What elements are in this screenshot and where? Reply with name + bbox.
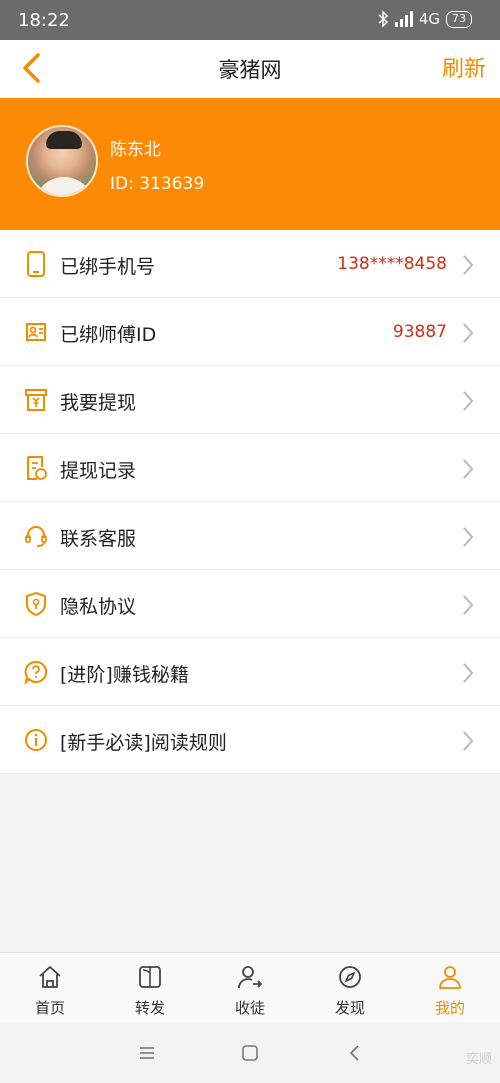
phone-icon xyxy=(27,251,45,277)
withdraw-icon xyxy=(25,389,47,411)
home-icon xyxy=(39,966,61,988)
status-bar: 18:22 4G 73 xyxy=(0,0,500,40)
back-button[interactable] xyxy=(14,49,54,89)
info-icon xyxy=(25,729,47,751)
tab-label: 转发 xyxy=(134,999,165,1017)
compass-icon xyxy=(339,966,361,988)
tab-discover[interactable]: 发现 xyxy=(300,953,400,1022)
menu-item-label: 隐私协议 xyxy=(60,596,137,618)
menu-item-label: 提现记录 xyxy=(60,460,137,482)
system-nav-bar: 奕顺 xyxy=(0,1022,500,1083)
status-indicators: 4G 73 xyxy=(377,10,472,28)
id-card-icon xyxy=(26,323,46,341)
profile-header: 陈东北 ID: 313639 xyxy=(0,98,500,230)
menu-item-advanced-guide[interactable]: [进阶]赚钱秘籍 xyxy=(0,638,500,706)
chevron-right-icon xyxy=(463,527,474,547)
chevron-right-icon xyxy=(463,459,474,479)
menu-item-withdraw[interactable]: 我要提现 xyxy=(0,366,500,434)
tab-label: 收徒 xyxy=(234,999,265,1017)
menu-item-label: [进阶]赚钱秘籍 xyxy=(60,664,189,686)
network-type: 4G xyxy=(418,10,440,28)
battery-icon: 73 xyxy=(446,10,472,28)
chevron-right-icon xyxy=(463,663,474,683)
user-id: ID: 313639 xyxy=(110,174,205,194)
chevron-right-icon xyxy=(463,323,474,343)
question-icon xyxy=(24,660,48,685)
tab-mine[interactable]: 我的 xyxy=(400,953,500,1022)
tab-home[interactable]: 首页 xyxy=(0,953,100,1022)
signal-icon xyxy=(394,11,413,27)
avatar[interactable] xyxy=(26,125,98,197)
chevron-left-icon xyxy=(23,53,40,83)
menu-item-label: 已绑手机号 xyxy=(60,256,156,278)
tab-label: 发现 xyxy=(334,999,365,1017)
shield-icon xyxy=(26,591,46,617)
master-id-value: 93887 xyxy=(392,322,447,342)
menu-item-label: 已绑师傅ID xyxy=(60,324,157,346)
menu-item-privacy-policy[interactable]: 隐私协议 xyxy=(0,570,500,638)
chevron-right-icon xyxy=(463,595,474,615)
tab-share[interactable]: 转发 xyxy=(100,953,200,1022)
refresh-button[interactable]: 刷新 xyxy=(442,51,486,83)
user-icon xyxy=(439,966,461,989)
menu-item-bound-phone[interactable]: 已绑手机号 138****8458 xyxy=(0,230,500,298)
chevron-right-icon xyxy=(463,391,474,411)
bluetooth-icon xyxy=(377,10,389,28)
menu-item-customer-service[interactable]: 联系客服 xyxy=(0,502,500,570)
home-square-icon[interactable] xyxy=(240,1043,260,1063)
tab-recruit[interactable]: 收徒 xyxy=(200,953,300,1022)
menu-item-label: 我要提现 xyxy=(60,392,137,414)
menu-item-label: 联系客服 xyxy=(60,528,137,550)
chevron-right-icon xyxy=(463,255,474,275)
watermark: 奕顺 xyxy=(465,1052,492,1067)
menu-item-reading-rules[interactable]: [新手必读]阅读规则 xyxy=(0,706,500,774)
headset-icon xyxy=(25,526,47,547)
back-arrow-icon[interactable] xyxy=(345,1043,365,1063)
record-icon xyxy=(27,456,47,480)
menu-item-withdraw-records[interactable]: 提现记录 xyxy=(0,434,500,502)
tab-label: 我的 xyxy=(434,999,465,1017)
nav-bar: 豪猪网 刷新 xyxy=(0,40,500,98)
chevron-right-icon xyxy=(463,731,474,751)
page-title: 豪猪网 xyxy=(218,58,282,82)
menu-icon[interactable] xyxy=(137,1043,157,1063)
bottom-tab-bar: 首页 转发 收徒 发现 我的 xyxy=(0,952,500,1022)
menu-list: 已绑手机号 138****8458 已绑师傅ID 93887 我要提现 提现记录… xyxy=(0,230,500,774)
book-icon xyxy=(139,966,161,988)
battery-level: 73 xyxy=(452,11,466,25)
phone-number-value: 138****8458 xyxy=(337,254,447,274)
user-name: 陈东北 xyxy=(110,140,161,160)
tab-label: 首页 xyxy=(34,999,65,1017)
menu-item-label: [新手必读]阅读规则 xyxy=(60,732,227,754)
status-time: 18:22 xyxy=(18,10,70,31)
menu-item-bound-master-id[interactable]: 已绑师傅ID 93887 xyxy=(0,298,500,366)
user-add-icon xyxy=(238,966,263,989)
